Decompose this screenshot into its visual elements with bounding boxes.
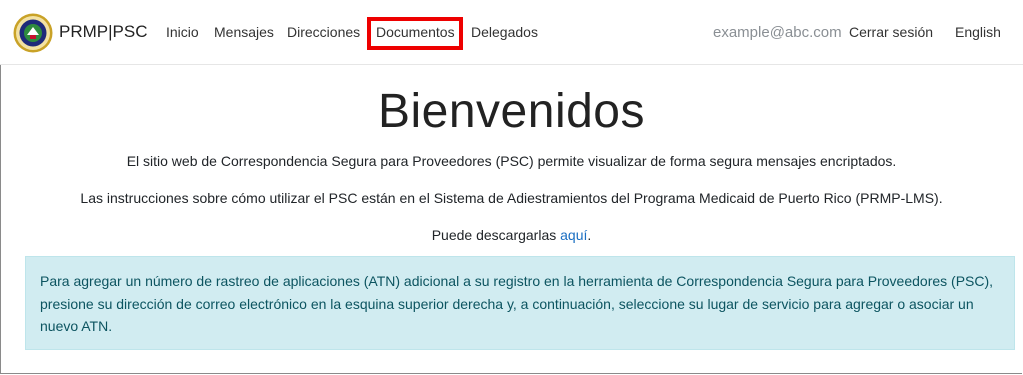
user-email-link[interactable]: example@abc.com (713, 24, 842, 41)
download-suffix: . (587, 227, 592, 243)
language-link[interactable]: English (955, 24, 1001, 40)
top-navbar: PRMP|PSC Inicio Mensajes Direcciones Doc… (0, 0, 1023, 65)
nav-inicio[interactable]: Inicio (166, 24, 199, 40)
download-link[interactable]: aquí (560, 227, 587, 243)
download-text: Puede descargarlas aquí. (0, 227, 1023, 243)
documentos-highlight-box (367, 17, 463, 50)
brand-title[interactable]: PRMP|PSC (59, 22, 148, 42)
intro-text: El sitio web de Correspondencia Segura p… (126, 153, 897, 169)
page-title: Bienvenidos (377, 85, 645, 138)
puerto-rico-seal-icon[interactable] (13, 13, 53, 53)
logout-link[interactable]: Cerrar sesión (849, 24, 933, 40)
info-alert: Para agregar un número de rastreo de apl… (25, 256, 1015, 350)
nav-direcciones[interactable]: Direcciones (287, 24, 360, 40)
nav-mensajes[interactable]: Mensajes (214, 24, 274, 40)
instructions-text: Las instrucciones sobre cómo utilizar el… (80, 190, 943, 206)
download-prefix: Puede descargarlas (431, 227, 561, 243)
nav-delegados[interactable]: Delegados (471, 24, 538, 40)
